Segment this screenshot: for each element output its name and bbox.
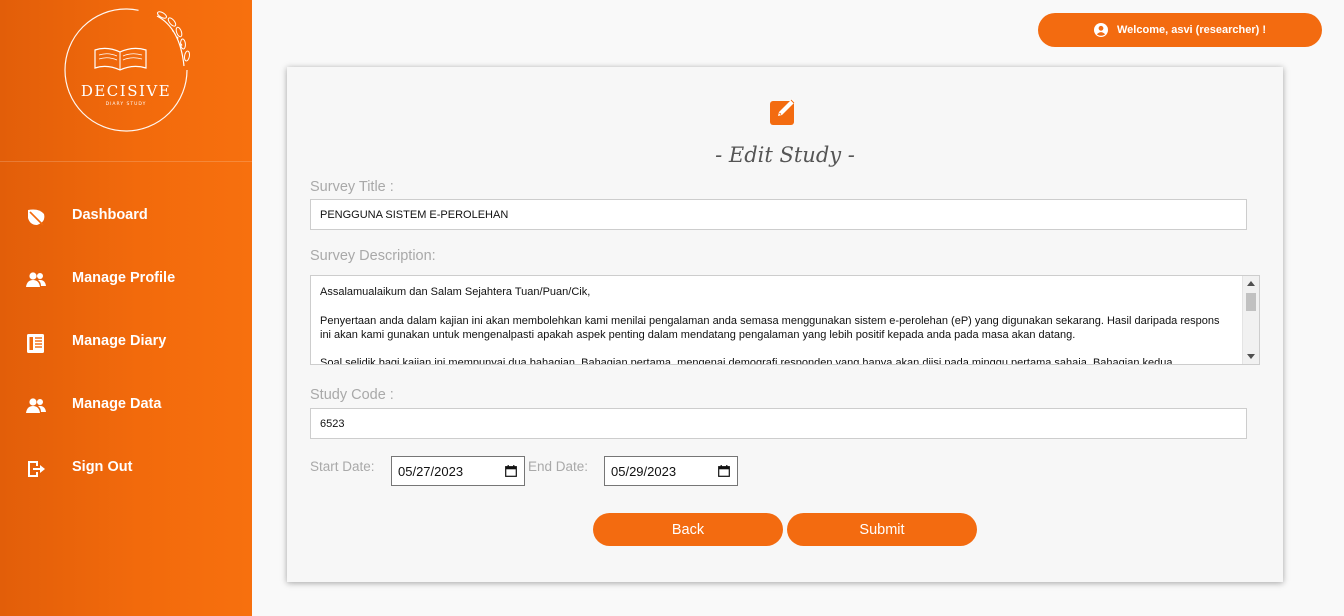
- survey-description-label: Survey Description:: [310, 248, 436, 264]
- start-date-input[interactable]: 05/27/2023: [391, 456, 525, 486]
- user-circle-icon: [1094, 23, 1108, 37]
- end-date-label: End Date:: [528, 459, 589, 474]
- sidebar-item-manage-profile[interactable]: Manage Profile: [0, 259, 252, 299]
- survey-title-input[interactable]: PENGGUNA SISTEM E-PEROLEHAN: [310, 199, 1247, 230]
- study-code-input[interactable]: 6523: [310, 408, 1247, 439]
- sidebar-item-label: Dashboard: [72, 207, 148, 223]
- scrollbar-thumb[interactable]: [1246, 293, 1256, 311]
- logo-subtext: DIARY STUDY: [106, 101, 147, 107]
- scroll-down-arrow-icon[interactable]: [1247, 354, 1255, 359]
- sidebar-item-dashboard[interactable]: Dashboard: [0, 196, 252, 236]
- users-icon: [25, 395, 47, 417]
- edit-icon: [769, 96, 799, 126]
- sidebar-item-label: Manage Diary: [72, 333, 167, 349]
- leaf-icon: [25, 206, 47, 228]
- end-date-input[interactable]: 05/29/2023: [604, 456, 738, 486]
- description-line: Penyertaan anda dalam kajian ini akan me…: [320, 314, 1220, 341]
- description-line: [320, 299, 1225, 313]
- sidebar-item-manage-diary[interactable]: Manage Diary: [0, 322, 252, 362]
- start-date-label: Start Date:: [310, 459, 375, 474]
- calendar-icon[interactable]: [505, 465, 517, 477]
- submit-button[interactable]: Submit: [787, 513, 977, 546]
- edit-study-card: - Edit Study - Survey Title : PENGGUNA S…: [287, 67, 1283, 582]
- survey-description-text: Assalamualaikum dan Salam Sejahtera Tuan…: [320, 285, 1225, 365]
- survey-title-label: Survey Title :: [310, 179, 394, 195]
- welcome-user-button[interactable]: Welcome, asvi (researcher) !: [1038, 13, 1322, 47]
- back-button[interactable]: Back: [593, 513, 783, 546]
- description-line: Assalamualaikum dan Salam Sejahtera Tuan…: [320, 286, 591, 298]
- textarea-scrollbar[interactable]: [1242, 276, 1259, 364]
- sidebar-item-manage-data[interactable]: Manage Data: [0, 385, 252, 425]
- end-date-value: 05/29/2023: [611, 463, 677, 479]
- sidebar-item-sign-out[interactable]: Sign Out: [0, 448, 252, 488]
- description-line: Soal selidik bagi kajian ini mempunyai d…: [320, 357, 1173, 365]
- scroll-up-arrow-icon[interactable]: [1247, 281, 1255, 286]
- sidebar-item-label: Manage Data: [72, 396, 162, 412]
- users-icon: [25, 269, 47, 291]
- description-line: [320, 342, 1225, 356]
- calendar-icon[interactable]: [718, 465, 730, 477]
- page-title: - Edit Study -: [715, 143, 855, 167]
- sidebar-item-label: Sign Out: [72, 459, 133, 475]
- sidebar-divider: [0, 161, 252, 162]
- diary-icon: [25, 332, 47, 354]
- sidebar-item-label: Manage Profile: [72, 270, 176, 286]
- start-date-value: 05/27/2023: [398, 463, 464, 479]
- welcome-text: Welcome, asvi (researcher) !: [1117, 24, 1266, 36]
- survey-description-textarea[interactable]: Assalamualaikum dan Salam Sejahtera Tuan…: [310, 275, 1260, 365]
- study-code-label: Study Code :: [310, 387, 394, 403]
- decisive-logo[interactable]: DECISIVE DIARY STUDY: [62, 6, 197, 134]
- sign-out-icon: [25, 458, 47, 480]
- sidebar: DECISIVE DIARY STUDY Dashboard Manage Pr…: [0, 0, 252, 616]
- logo-text: DECISIVE: [81, 82, 171, 100]
